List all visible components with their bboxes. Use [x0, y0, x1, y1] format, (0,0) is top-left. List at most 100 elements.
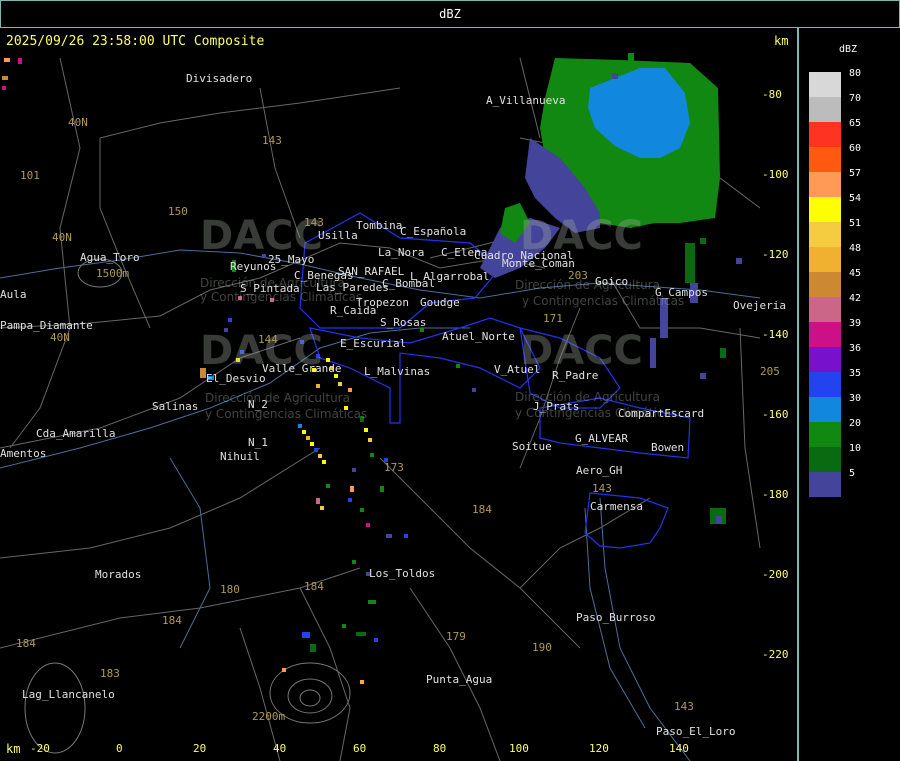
x-tick: 120: [589, 742, 609, 755]
place-label: Tombina: [356, 219, 403, 232]
place-label: Aero_GH: [576, 464, 623, 477]
legend-bar: [809, 72, 841, 497]
legend-value: 70: [849, 93, 862, 104]
legend-swatch: [809, 222, 841, 247]
x-tick: 100: [509, 742, 529, 755]
place-label: Soitue: [512, 440, 552, 453]
legend-value: 30: [849, 393, 862, 404]
x-tick: -20: [30, 742, 50, 755]
legend-value: 54: [849, 193, 862, 204]
road-label: 40N: [50, 331, 70, 344]
legend-value: 20: [849, 418, 862, 429]
legend-swatch: [809, 422, 841, 447]
legend-swatch: [809, 322, 841, 347]
legend-swatch: [809, 347, 841, 372]
place-label: Los_Toldos: [369, 567, 436, 580]
y-tick: -180: [762, 488, 789, 501]
elevation-label: 1500m: [96, 267, 130, 280]
legend-swatch: [809, 97, 841, 122]
y-axis-unit: km: [774, 34, 789, 48]
legend-swatch: [809, 397, 841, 422]
road-label: 150: [168, 205, 188, 218]
road-label: 190: [532, 641, 552, 654]
place-label: S_Rosas: [380, 316, 427, 329]
place-label: Goico: [595, 275, 629, 288]
x-tick: 140: [669, 742, 689, 755]
window-title: dBZ: [439, 7, 461, 21]
place-label: Morados: [95, 568, 142, 581]
legend-value: 10: [849, 443, 862, 454]
place-label: L_Malvinas: [364, 365, 431, 378]
place-label: Atuel_Norte: [442, 330, 515, 343]
y-tick: -140: [762, 328, 789, 341]
place-label: R_Padre: [552, 369, 599, 382]
road-label: 143: [304, 216, 324, 229]
radar-map[interactable]: DACC Dirección de Agricultura y Continge…: [0, 28, 798, 761]
y-tick: -200: [762, 568, 789, 581]
place-label: Nihuil: [220, 450, 260, 463]
place-label: 25_Mayo: [268, 253, 315, 266]
legend-swatch: [809, 172, 841, 197]
watermark-subtitle: Dirección de Agricultura: [205, 391, 350, 405]
place-label: E_Escurial: [340, 337, 407, 350]
legend-value: 57: [849, 168, 862, 179]
place-label: Salinas: [152, 400, 199, 413]
road-label: 184: [16, 637, 36, 650]
road-label: 40N: [52, 231, 72, 244]
place-label: Agua_Toro: [80, 251, 140, 264]
place-label: G_Campos: [655, 286, 708, 299]
place-label: Monte_Coman: [502, 257, 575, 270]
place-label: Lag_Llancanelo: [22, 688, 115, 701]
legend-swatch: [809, 197, 841, 222]
legend-swatch: [809, 447, 841, 472]
y-tick: -80: [762, 88, 782, 101]
place-label: L_Algarrobal: [410, 270, 490, 283]
legend-unit: dBZ: [839, 44, 858, 55]
y-tick: -120: [762, 248, 789, 261]
legend-value: 39: [849, 318, 862, 329]
place-label: Pampa_Diamante: [0, 319, 93, 332]
road-label: 101: [20, 169, 40, 182]
road-label: 40N: [68, 116, 88, 129]
road-label: 173: [384, 461, 404, 474]
legend-value: 51: [849, 218, 862, 229]
road-label: 171: [543, 312, 563, 325]
legend-value: 5: [849, 468, 856, 479]
place-label: Ovejeria: [733, 299, 786, 312]
place-label: R_Caida: [330, 304, 377, 317]
color-legend: dBZ 80 70 65 60 57 54 51 48 45 42 39 36 35 30 20 10 5: [798, 28, 900, 761]
x-tick: 0: [116, 742, 123, 755]
timestamp-label: 2025/09/26 23:58:00 UTC Composite: [6, 34, 265, 49]
place-label: C_Española: [400, 225, 467, 238]
place-label: Cda_Amarilla: [36, 427, 116, 440]
x-tick: 80: [433, 742, 447, 755]
legend-value: 35: [849, 368, 862, 379]
place-label: N_1: [248, 436, 268, 449]
road-label: 184: [472, 503, 492, 516]
legend-value: 65: [849, 118, 862, 129]
legend-swatch: [809, 247, 841, 272]
map-canvas: [0, 53, 761, 761]
legend-value: 42: [849, 293, 862, 304]
y-tick: -160: [762, 408, 789, 421]
place-label: Bowen: [651, 441, 685, 454]
place-label: Las_Paredes: [316, 281, 389, 294]
legend-value: 45: [849, 268, 862, 279]
place-label: Goudge: [420, 296, 460, 309]
place-label: Carmensa: [590, 500, 643, 513]
legend-swatch: [809, 72, 841, 97]
place-label: V_Atuel: [494, 363, 541, 376]
legend-value: 60: [849, 143, 862, 154]
elevation-label: 2200m: [252, 710, 286, 723]
y-tick: -100: [762, 168, 789, 181]
place-label: J_Prats: [533, 400, 580, 413]
place-label: Paso_Burroso: [576, 611, 656, 624]
legend-swatch: [809, 122, 841, 147]
road-label: 184: [304, 580, 324, 593]
y-tick: -220: [762, 648, 789, 661]
road-label: 143: [262, 134, 282, 147]
x-tick: 60: [353, 742, 367, 755]
road-label: 143: [592, 482, 612, 495]
road-label: 203: [568, 269, 588, 282]
road-label: 180: [220, 583, 240, 596]
